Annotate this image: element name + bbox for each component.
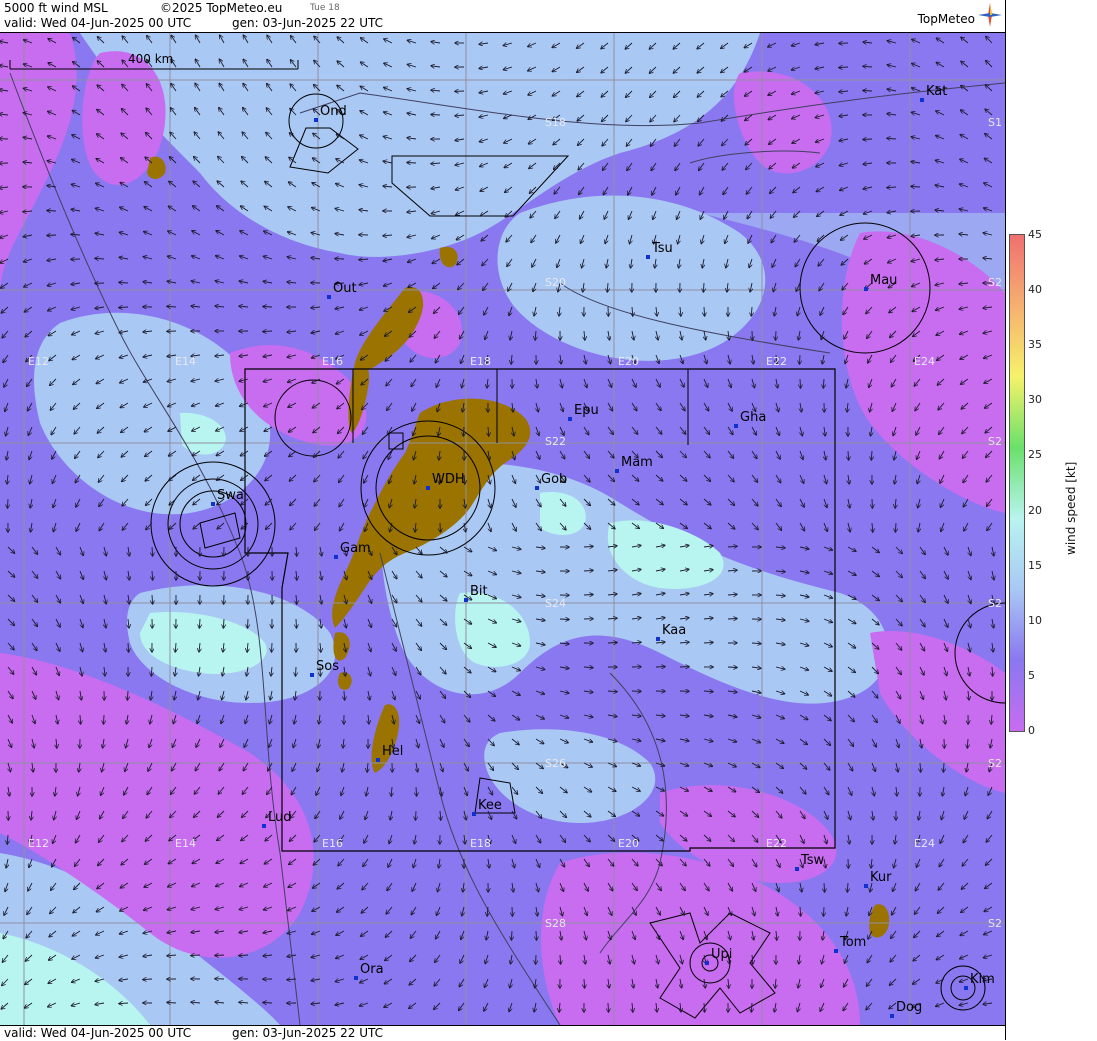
product-title: 5000 ft wind MSL <box>4 1 108 15</box>
map-footer: valid: Wed 04-Jun-2025 00 UTC gen: 03-Ju… <box>0 1025 1005 1041</box>
colorbar <box>1009 234 1025 732</box>
place-marker <box>354 976 358 980</box>
compass-logo-icon <box>977 2 1003 28</box>
place-label: Tsu <box>652 241 673 256</box>
place-marker <box>864 884 868 888</box>
footer-generated-time: gen: 03-Jun-2025 22 UTC <box>232 1026 383 1040</box>
place-label: WDH <box>432 472 465 487</box>
map-header: 5000 ft wind MSL ©2025 TopMeteo.eu Tue 1… <box>0 0 1005 33</box>
place-label: Sos <box>316 659 339 674</box>
place-label: Ond <box>320 104 347 119</box>
place-marker <box>568 417 572 421</box>
place-label: Lud <box>268 810 292 825</box>
place-label: Kur <box>870 870 891 885</box>
place-label: Dog <box>896 1000 922 1015</box>
colorbar-tick-label: 0 <box>1028 724 1035 737</box>
place-marker <box>964 986 968 990</box>
valid-time: valid: Wed 04-Jun-2025 00 UTC <box>4 16 191 30</box>
place-marker <box>864 287 868 291</box>
place-marker <box>211 502 215 506</box>
colorbar-tick-label: 40 <box>1028 283 1042 296</box>
place-marker <box>705 961 709 965</box>
place-marker <box>890 1014 894 1018</box>
place-marker <box>535 486 539 490</box>
place-label: Mau <box>870 273 897 288</box>
place-label: Kim <box>970 972 995 987</box>
colorbar-tick-label: 20 <box>1028 504 1042 517</box>
place-marker <box>327 295 331 299</box>
place-label: Kee <box>478 798 502 813</box>
place-marker <box>334 555 338 559</box>
colorbar-tick-label: 35 <box>1028 338 1042 351</box>
colorbar-tick-label: 45 <box>1028 228 1042 241</box>
footer-valid-time: valid: Wed 04-Jun-2025 00 UTC <box>4 1026 191 1040</box>
place-label: Bit <box>470 584 488 599</box>
place-marker <box>314 118 318 122</box>
place-marker <box>426 486 430 490</box>
colorbar-tick-label: 30 <box>1028 393 1042 406</box>
place-label: Ora <box>360 962 384 977</box>
place-label: Epu <box>574 403 599 418</box>
place-marker <box>734 424 738 428</box>
place-marker <box>615 469 619 473</box>
place-label: Mam <box>621 455 653 470</box>
place-label: Tom <box>840 935 866 950</box>
place-marker <box>376 758 380 762</box>
place-marker <box>310 673 314 677</box>
place-label: Gob <box>541 472 567 487</box>
place-label: Swa <box>217 488 244 503</box>
place-label: Kat <box>926 84 947 99</box>
place-labels: Ond Out Tsu Mau Kat Epu Gha Swa WDH Gob Mam Gam Bit K… <box>0 33 1005 1025</box>
topmeteo-logo-text: TopMeteo <box>918 12 975 26</box>
place-label: Gam <box>340 541 371 556</box>
place-marker <box>834 949 838 953</box>
place-marker <box>795 867 799 871</box>
wind-map[interactable]: 400 km E12 E14 E16 E18 E20 E22 E24 E12 E… <box>0 33 1005 1025</box>
place-label: Hel <box>382 744 403 759</box>
place-marker <box>262 824 266 828</box>
colorbar-tick-label: 15 <box>1028 559 1042 572</box>
colorbar-tick-label: 5 <box>1028 669 1035 682</box>
place-marker <box>472 812 476 816</box>
place-label: Tsw <box>801 853 824 868</box>
place-label: Upi <box>711 947 732 962</box>
place-marker <box>646 255 650 259</box>
copyright-text: ©2025 TopMeteo.eu <box>160 1 282 15</box>
colorbar-tick-label: 25 <box>1028 448 1042 461</box>
wind-speed-legend: 45 40 35 30 25 20 15 10 5 0 wind speed [kt] <box>1006 0 1097 1040</box>
place-label: Out <box>333 281 357 296</box>
day-tag: Tue 18 <box>310 3 340 13</box>
legend-title: wind speed [kt] <box>1064 462 1078 555</box>
place-label: Gha <box>740 410 766 425</box>
colorbar-tick-label: 10 <box>1028 614 1042 627</box>
generated-time: gen: 03-Jun-2025 22 UTC <box>232 16 383 30</box>
place-marker <box>464 598 468 602</box>
place-marker <box>920 98 924 102</box>
place-label: Kaa <box>662 623 686 638</box>
place-marker <box>656 637 660 641</box>
